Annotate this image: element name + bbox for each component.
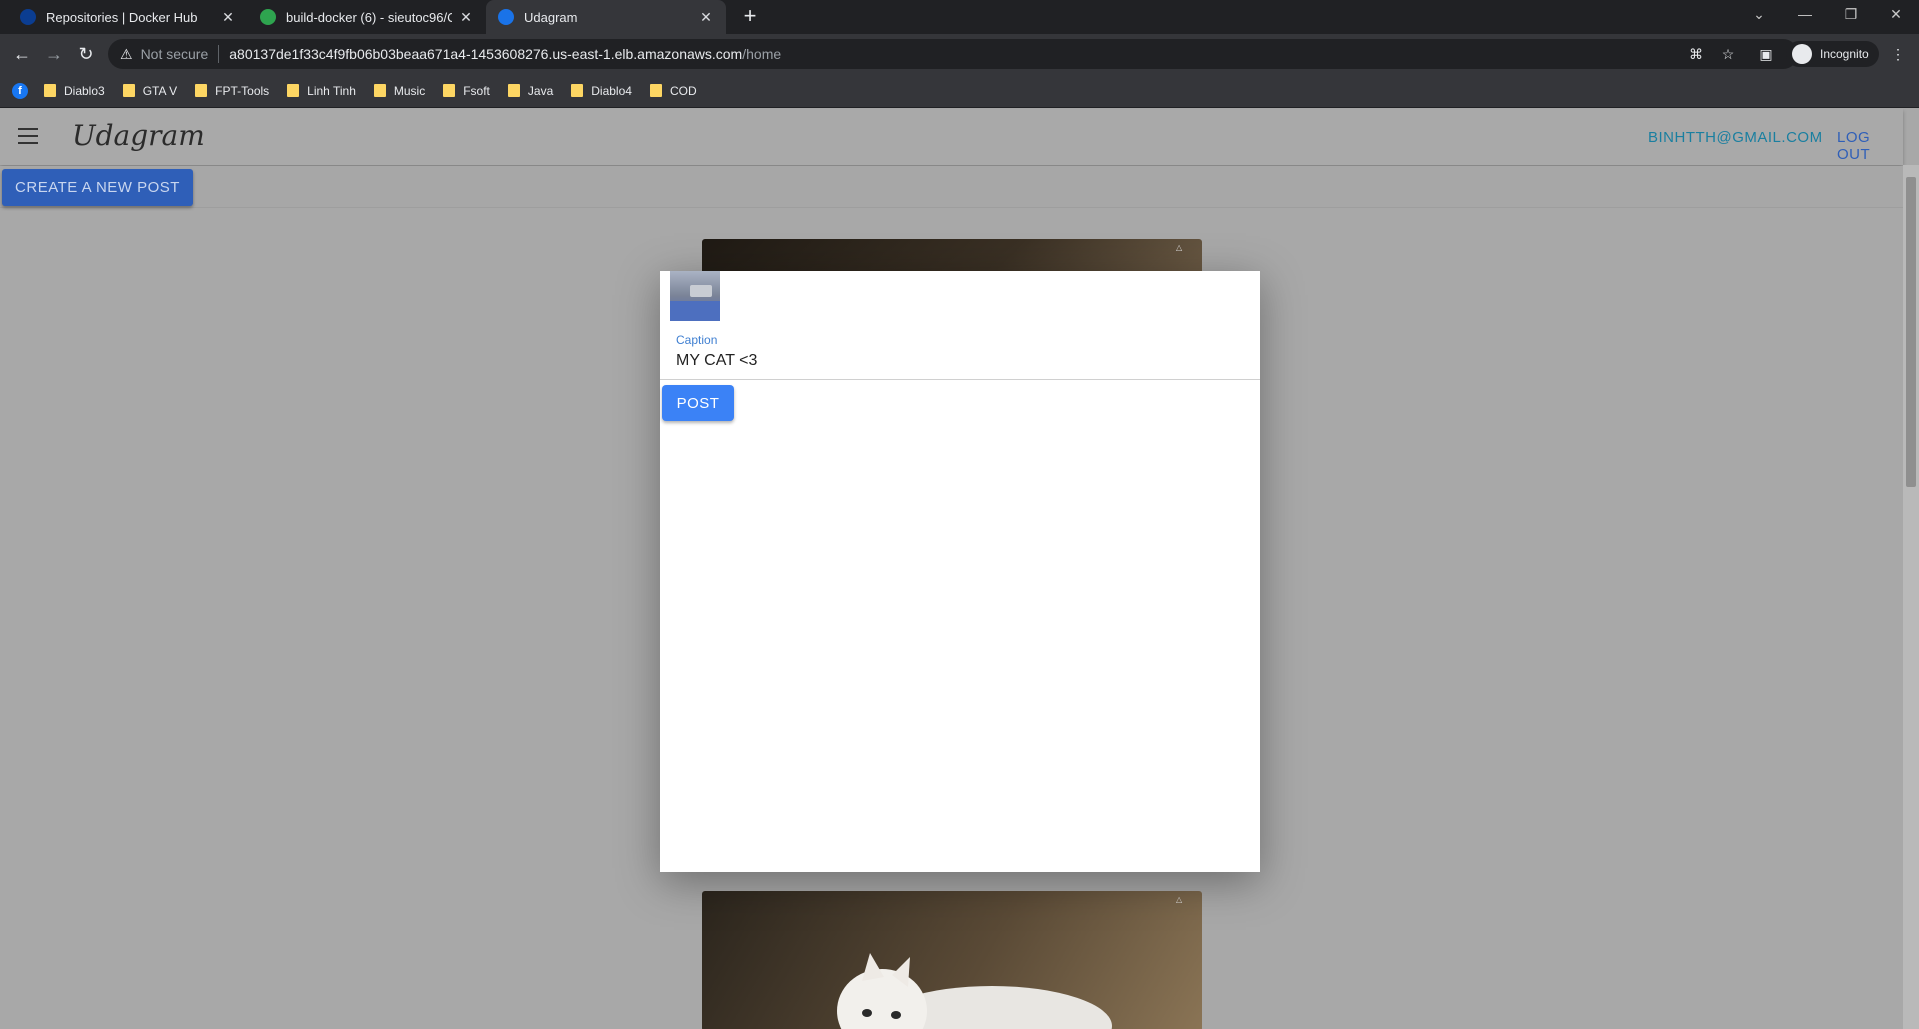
minimize-icon[interactable]: — bbox=[1782, 0, 1828, 30]
close-tab-icon[interactable]: ✕ bbox=[458, 9, 474, 26]
user-email-link[interactable]: BINHTTH@GMAIL.COM bbox=[1648, 129, 1823, 146]
bookmark-star-icon[interactable]: ☆ bbox=[1718, 44, 1738, 64]
more-menu-icon[interactable]: ⋮ bbox=[1888, 44, 1908, 64]
close-window-icon[interactable]: ✕ bbox=[1873, 0, 1919, 30]
side-panel-icon[interactable]: ▣ bbox=[1756, 44, 1776, 64]
profile-label: Incognito bbox=[1820, 47, 1869, 61]
tab-title: build-docker (6) - sieutoc96/Clo bbox=[286, 9, 452, 25]
udagram-favicon-icon bbox=[498, 9, 514, 25]
post-button[interactable]: POST bbox=[662, 385, 734, 421]
app-logo[interactable]: Udagram bbox=[72, 119, 205, 152]
folder-icon bbox=[571, 84, 584, 97]
caption-label: Caption bbox=[676, 333, 718, 347]
reload-icon[interactable]: ↻ bbox=[72, 40, 100, 68]
close-tab-icon[interactable]: ✕ bbox=[698, 9, 714, 26]
browser-toolbar: ← → ↻ ⚠ Not secure a80137de1f33c4f9fb06b… bbox=[0, 34, 1919, 74]
tab-udagram[interactable]: Udagram ✕ bbox=[486, 0, 726, 34]
feed-post-image: △ bbox=[702, 891, 1202, 1029]
restore-icon[interactable]: ❐ bbox=[1828, 0, 1874, 30]
incognito-profile-button[interactable]: Incognito bbox=[1786, 41, 1879, 67]
bookmark-folder[interactable]: Java bbox=[507, 84, 553, 98]
hamburger-menu-icon[interactable] bbox=[18, 128, 38, 144]
bookmark-folder[interactable]: Diablo4 bbox=[571, 84, 632, 98]
bookmark-folder[interactable]: GTA V bbox=[122, 84, 177, 98]
new-tab-icon[interactable]: + bbox=[737, 4, 763, 30]
folder-icon bbox=[443, 84, 456, 97]
tab-build-docker[interactable]: build-docker (6) - sieutoc96/Clo ✕ bbox=[248, 0, 486, 34]
bookmark-folder[interactable]: COD bbox=[649, 84, 697, 98]
bookmark-folder[interactable]: Fsoft bbox=[443, 84, 490, 98]
caption-input[interactable]: MY CAT <3 bbox=[676, 352, 757, 370]
web-page: Udagram BINHTTH@GMAIL.COM LOG OUT CREATE… bbox=[0, 109, 1919, 1029]
tab-title: Repositories | Docker Hub bbox=[46, 9, 198, 25]
action-bar bbox=[0, 166, 1903, 208]
logout-link[interactable]: LOG OUT bbox=[1837, 129, 1903, 163]
warning-icon: ⚠ bbox=[120, 45, 133, 62]
bookmark-folder[interactable]: FPT-Tools bbox=[195, 84, 269, 98]
browser-tab-strip: Repositories | Docker Hub ✕ build-docker… bbox=[0, 0, 1919, 34]
tab-title: Udagram bbox=[524, 9, 578, 25]
back-icon[interactable]: ← bbox=[8, 40, 36, 68]
folder-icon bbox=[649, 84, 662, 97]
caption-underline bbox=[660, 379, 1260, 380]
tab-search-icon[interactable]: ⌄ bbox=[1736, 0, 1782, 30]
address-bar[interactable]: ⚠ Not secure a80137de1f33c4f9fb06b03beaa… bbox=[108, 39, 1798, 69]
create-post-modal: Caption MY CAT <3 POST bbox=[660, 271, 1260, 872]
folder-icon bbox=[287, 84, 300, 97]
divider bbox=[218, 45, 220, 63]
circleci-favicon-icon bbox=[260, 9, 276, 25]
incognito-icon bbox=[1792, 44, 1812, 64]
security-status[interactable]: Not secure bbox=[141, 46, 209, 62]
scrollbar-thumb[interactable] bbox=[1906, 177, 1916, 487]
bookmark-folder[interactable]: Diablo3 bbox=[44, 84, 105, 98]
app-header: Udagram BINHTTH@GMAIL.COM LOG OUT bbox=[0, 109, 1903, 165]
folder-icon bbox=[44, 84, 56, 97]
folder-icon bbox=[122, 84, 135, 97]
image-preview-thumbnail bbox=[670, 271, 720, 321]
card-menu-icon[interactable]: △ bbox=[1176, 895, 1184, 904]
folder-icon bbox=[507, 84, 520, 97]
url-host: a80137de1f33c4f9fb06b03beaa671a4-1453608… bbox=[229, 46, 743, 62]
folder-icon bbox=[373, 84, 386, 97]
page-scrollbar[interactable] bbox=[1903, 165, 1919, 1029]
create-post-button[interactable]: CREATE A NEW POST bbox=[2, 169, 193, 206]
facebook-icon[interactable]: f bbox=[12, 82, 28, 99]
docker-favicon-icon bbox=[20, 9, 36, 25]
bookmarks-bar: f Diablo3 GTA V FPT-Tools Linh Tinh Musi… bbox=[0, 74, 1919, 108]
forward-icon[interactable]: → bbox=[40, 40, 68, 68]
cat-photo bbox=[837, 953, 1112, 1029]
card-menu-icon[interactable]: △ bbox=[1176, 243, 1184, 252]
bookmark-folder[interactable]: Music bbox=[373, 84, 425, 98]
url-path: /home bbox=[742, 46, 782, 62]
folder-icon bbox=[195, 84, 208, 97]
bookmark-folder[interactable]: Linh Tinh bbox=[287, 84, 356, 98]
translate-icon[interactable]: ⌘ bbox=[1686, 44, 1706, 64]
close-tab-icon[interactable]: ✕ bbox=[220, 9, 236, 26]
tab-docker-hub[interactable]: Repositories | Docker Hub ✕ bbox=[8, 0, 248, 34]
